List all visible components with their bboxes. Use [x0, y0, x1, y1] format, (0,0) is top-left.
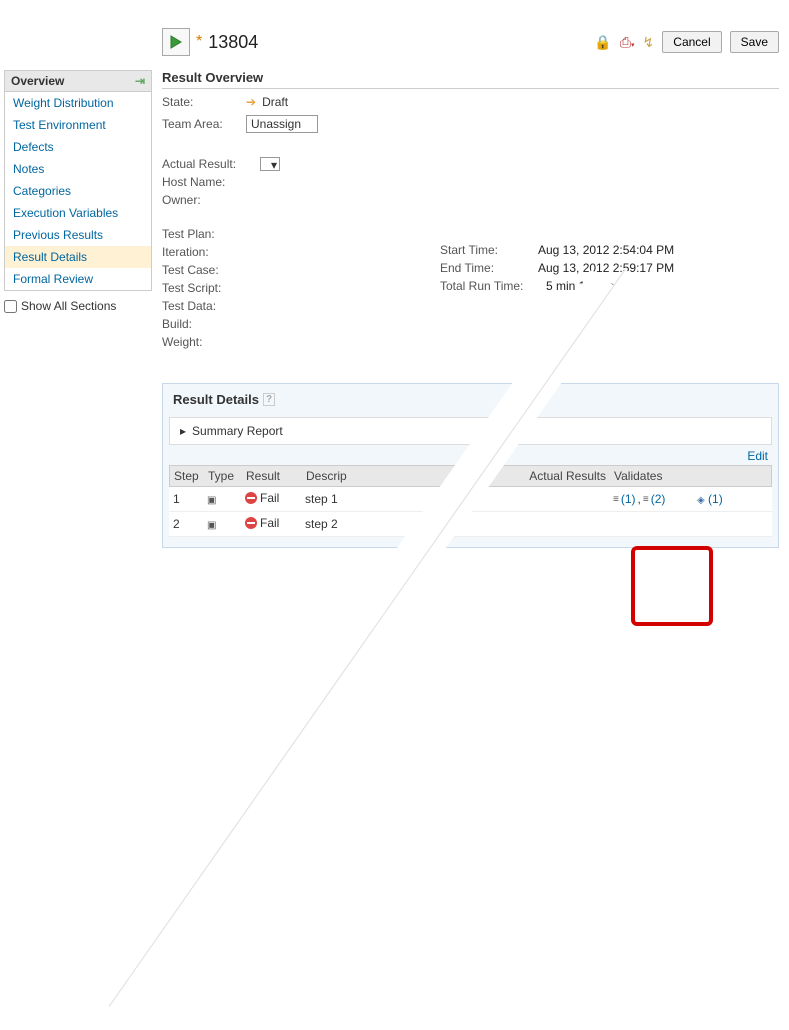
col-result: Result — [242, 466, 302, 486]
detail-icon[interactable]: ◈ — [697, 495, 705, 506]
requirement-icon: ≡ — [643, 494, 649, 505]
cell-step: 2 — [169, 513, 203, 535]
owner-label: Owner: — [162, 193, 252, 207]
run-icon — [162, 28, 190, 56]
requirement-link-1[interactable]: (1) — [621, 492, 636, 506]
col-type: Type — [204, 466, 242, 486]
sidebar-item-defects[interactable]: Defects — [5, 136, 151, 158]
expand-icon: ▸ — [180, 424, 186, 438]
main-content: * 13804 🔒 ⎙▾ ↯ Cancel Save Result Overvi… — [162, 28, 779, 548]
step-table: Step Type Result Descrip sults Actual Re… — [163, 465, 778, 547]
state-value: Draft — [262, 95, 288, 109]
sidebar-item-formal-review[interactable]: Formal Review — [5, 268, 151, 290]
table-row: 2 ▣ Fail step 2 — [169, 512, 772, 537]
cell-step: 1 — [169, 488, 203, 510]
end-time-value: Aug 13, 2012 2:59:17 PM — [538, 261, 674, 275]
actual-result-label: Actual Result: — [162, 157, 252, 171]
dirty-indicator: * — [196, 33, 202, 51]
sidebar-item-notes[interactable]: Notes — [5, 158, 151, 180]
test-script-label: Test Script: — [162, 281, 252, 295]
sidebar-item-execution-variables[interactable]: Execution Variables — [5, 202, 151, 224]
requirement-link-2[interactable]: (2) — [651, 492, 666, 506]
sidebar-header: Overview ⇥ — [4, 70, 152, 92]
refresh-icon[interactable]: ↯ — [643, 34, 655, 51]
table-header: Step Type Result Descrip sults Actual Re… — [169, 465, 772, 487]
test-plan-label: Test Plan: — [162, 227, 252, 241]
cell-extra: ◈ (1) — [693, 488, 733, 510]
col-sults: sults — [390, 466, 490, 486]
summary-report-toggle[interactable]: ▸ Summary Report — [169, 417, 772, 445]
start-time-label: Start Time: — [440, 243, 530, 257]
step-type-icon: ▣ — [207, 520, 216, 531]
lock-icon[interactable]: 🔒 — [594, 34, 611, 51]
show-all-checkbox[interactable] — [4, 300, 17, 313]
test-case-label: Test Case: — [162, 263, 252, 277]
fail-icon — [245, 517, 257, 529]
sidebar-item-weight-distribution[interactable]: Weight Distribution — [5, 92, 151, 114]
requirement-icon: ≡ — [613, 494, 619, 505]
show-all-label: Show All Sections — [21, 299, 116, 313]
cell-type: ▣ — [203, 513, 241, 535]
cell-result: Fail — [241, 512, 301, 536]
page-title: 13804 — [208, 32, 258, 53]
host-name-label: Host Name: — [162, 175, 252, 189]
sidebar-item-test-environment[interactable]: Test Environment — [5, 114, 151, 136]
sidebar: Overview ⇥ Weight Distribution Test Envi… — [4, 70, 152, 313]
cell-desc: step 2 — [301, 513, 389, 535]
edit-link[interactable]: Edit — [163, 445, 778, 465]
summary-report-label: Summary Report — [192, 424, 283, 438]
cell-validates: ≡(1), ≡(2) — [609, 488, 693, 510]
build-label: Build: — [162, 317, 252, 331]
cell-desc: step 1 — [301, 488, 389, 510]
col-step: Step — [170, 466, 204, 486]
col-description: Descrip — [302, 466, 390, 486]
sidebar-title: Overview — [11, 74, 64, 88]
annotation-highlight-box — [631, 546, 713, 626]
state-label: State: — [162, 95, 240, 109]
result-overview-title: Result Overview — [162, 70, 779, 89]
sidebar-item-previous-results[interactable]: Previous Results — [5, 224, 151, 246]
result-details-panel: Result Details ? ▸ Summary Report Edit S… — [162, 383, 779, 548]
pin-icon[interactable]: ⇥ — [135, 74, 145, 88]
pdf-icon[interactable]: ⎙▾ — [620, 34, 635, 51]
actual-result-select[interactable]: ▾ — [260, 157, 280, 171]
start-time-value: Aug 13, 2012 2:54:04 PM — [538, 243, 674, 257]
help-icon[interactable]: ? — [263, 393, 275, 406]
cancel-button[interactable]: Cancel — [662, 31, 721, 53]
state-arrow-icon: ➔ — [246, 95, 256, 109]
sidebar-item-categories[interactable]: Categories — [5, 180, 151, 202]
total-run-value: 5 min 14 sec — [546, 279, 614, 293]
col-validates: Validates — [610, 466, 694, 486]
weight-label: Weight: — [162, 335, 252, 349]
cell-type: ▣ — [203, 488, 241, 510]
test-data-label: Test Data: — [162, 299, 252, 313]
result-details-title: Result Details — [173, 392, 259, 407]
save-button[interactable]: Save — [730, 31, 779, 53]
sidebar-item-result-details[interactable]: Result Details — [5, 246, 151, 268]
iteration-label: Iteration: — [162, 245, 252, 259]
table-row: 1 ▣ Fail step 1 ≡(1), ≡(2) ◈ (1) — [169, 487, 772, 512]
cell-result: Fail — [241, 487, 301, 511]
team-area-label: Team Area: — [162, 117, 240, 131]
show-all-sections[interactable]: Show All Sections — [4, 299, 152, 313]
end-time-label: End Time: — [440, 261, 530, 275]
step-type-icon: ▣ — [207, 495, 216, 506]
total-run-label: Total Run Time: — [440, 279, 538, 293]
title-row: * 13804 🔒 ⎙▾ ↯ Cancel Save — [162, 28, 779, 56]
fail-icon — [245, 492, 257, 504]
team-area-select[interactable]: Unassign — [246, 115, 318, 133]
sidebar-items: Weight Distribution Test Environment Def… — [4, 92, 152, 291]
col-actual-results: Actual Results — [490, 466, 610, 486]
